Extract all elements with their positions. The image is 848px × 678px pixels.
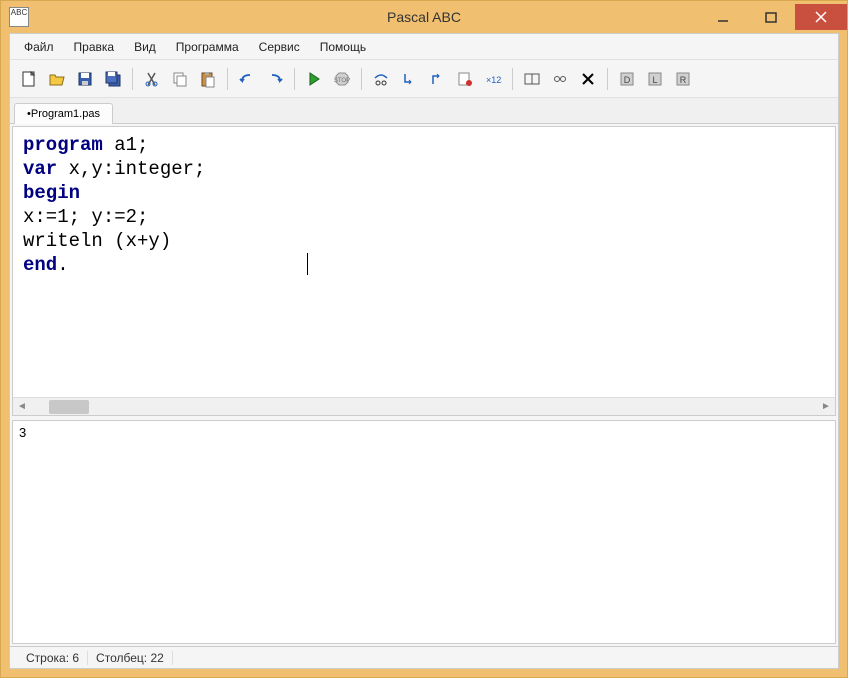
- menu-edit[interactable]: Правка: [64, 36, 125, 58]
- tab-program1[interactable]: •Program1.pas: [14, 103, 113, 124]
- window-list-icon: [551, 70, 569, 88]
- redo-icon: [266, 70, 284, 88]
- window-controls: [699, 4, 847, 30]
- close-window-icon: [579, 70, 597, 88]
- open-file-button[interactable]: [44, 66, 70, 92]
- code-editor[interactable]: program a1; var x,y:integer; begin x:=1;…: [13, 127, 835, 397]
- statusbar: Строка: 6 Столбец: 22: [10, 646, 838, 668]
- run-icon: [305, 70, 323, 88]
- breakpoint-icon: [456, 70, 474, 88]
- tool3-button[interactable]: R: [670, 66, 696, 92]
- paste-button[interactable]: [195, 66, 221, 92]
- text-cursor: [307, 253, 308, 275]
- code-text: x:=1; y:=2;: [23, 206, 148, 228]
- keyword: begin: [23, 182, 80, 204]
- tool1-icon: D: [618, 70, 636, 88]
- close-button[interactable]: [795, 4, 847, 30]
- code-text: .: [57, 254, 68, 276]
- keyword: var: [23, 158, 57, 180]
- main-window: ABC Pascal ABC Файл Правка Вид Программа…: [0, 0, 848, 678]
- step-over-icon: [372, 70, 390, 88]
- undo-button[interactable]: [234, 66, 260, 92]
- svg-text:STOP: STOP: [334, 78, 350, 84]
- breakpoint-button[interactable]: [452, 66, 478, 92]
- toolbar-separator: [512, 68, 513, 90]
- output-panel[interactable]: 3: [12, 420, 836, 644]
- svg-text:×123: ×123: [486, 75, 502, 85]
- paste-icon: [199, 70, 217, 88]
- svg-text:L: L: [652, 75, 657, 85]
- toolbar-separator: [294, 68, 295, 90]
- undo-icon: [238, 70, 256, 88]
- toolbar-separator: [361, 68, 362, 90]
- code-text: x,y:integer;: [57, 158, 205, 180]
- maximize-button[interactable]: [747, 4, 795, 30]
- status-col: Столбец: 22: [88, 651, 173, 665]
- svg-text:R: R: [680, 75, 687, 85]
- toolbar: STOP ×123 D L R: [10, 60, 838, 98]
- toolbar-separator: [227, 68, 228, 90]
- close-icon: [815, 11, 827, 23]
- tool3-icon: R: [674, 70, 692, 88]
- copy-button[interactable]: [167, 66, 193, 92]
- step-out-button[interactable]: [424, 66, 450, 92]
- tool1-button[interactable]: D: [614, 66, 640, 92]
- tool2-button[interactable]: L: [642, 66, 668, 92]
- window-list-button[interactable]: [547, 66, 573, 92]
- step-over-button[interactable]: [368, 66, 394, 92]
- window-title: Pascal ABC: [387, 9, 461, 25]
- step-into-icon: [400, 70, 418, 88]
- code-text: writeln (x+y): [23, 230, 171, 252]
- stop-button[interactable]: STOP: [329, 66, 355, 92]
- titlebar[interactable]: ABC Pascal ABC: [1, 1, 847, 33]
- window-split-icon: [523, 70, 541, 88]
- tabbar: •Program1.pas: [10, 98, 838, 124]
- stop-icon: STOP: [333, 70, 351, 88]
- menu-file[interactable]: Файл: [14, 36, 64, 58]
- menu-view[interactable]: Вид: [124, 36, 166, 58]
- step-into-button[interactable]: [396, 66, 422, 92]
- menu-service[interactable]: Сервис: [249, 36, 310, 58]
- minimize-button[interactable]: [699, 4, 747, 30]
- app-icon: ABC: [9, 7, 29, 27]
- scroll-right-arrow[interactable]: ►: [817, 398, 835, 416]
- window-split-button[interactable]: [519, 66, 545, 92]
- client-area: Файл Правка Вид Программа Сервис Помощь …: [9, 33, 839, 669]
- run-button[interactable]: [301, 66, 327, 92]
- cut-button[interactable]: [139, 66, 165, 92]
- scrollbar-thumb[interactable]: [49, 400, 89, 414]
- copy-icon: [171, 70, 189, 88]
- keyword: program: [23, 134, 103, 156]
- step-out-icon: [428, 70, 446, 88]
- save-icon: [76, 70, 94, 88]
- menu-program[interactable]: Программа: [166, 36, 249, 58]
- save-all-button[interactable]: [100, 66, 126, 92]
- evaluate-button[interactable]: ×123: [480, 66, 506, 92]
- code-text: a1;: [103, 134, 149, 156]
- new-file-button[interactable]: [16, 66, 42, 92]
- open-file-icon: [48, 70, 66, 88]
- output-text: 3: [19, 425, 26, 440]
- toolbar-separator: [132, 68, 133, 90]
- menubar: Файл Правка Вид Программа Сервис Помощь: [10, 34, 838, 60]
- save-button[interactable]: [72, 66, 98, 92]
- status-row: Строка: 6: [18, 651, 88, 665]
- svg-text:D: D: [624, 75, 631, 85]
- menu-help[interactable]: Помощь: [310, 36, 376, 58]
- cut-icon: [143, 70, 161, 88]
- save-all-icon: [104, 70, 122, 88]
- toolbar-separator: [607, 68, 608, 90]
- new-file-icon: [20, 70, 38, 88]
- horizontal-scrollbar[interactable]: ◄ ►: [13, 397, 835, 415]
- tool2-icon: L: [646, 70, 664, 88]
- editor-panel: program a1; var x,y:integer; begin x:=1;…: [12, 126, 836, 416]
- evaluate-icon: ×123: [484, 70, 502, 88]
- redo-button[interactable]: [262, 66, 288, 92]
- minimize-icon: [717, 11, 729, 23]
- close-window-button[interactable]: [575, 66, 601, 92]
- maximize-icon: [765, 11, 777, 23]
- keyword: end: [23, 254, 57, 276]
- scroll-left-arrow[interactable]: ◄: [13, 398, 31, 416]
